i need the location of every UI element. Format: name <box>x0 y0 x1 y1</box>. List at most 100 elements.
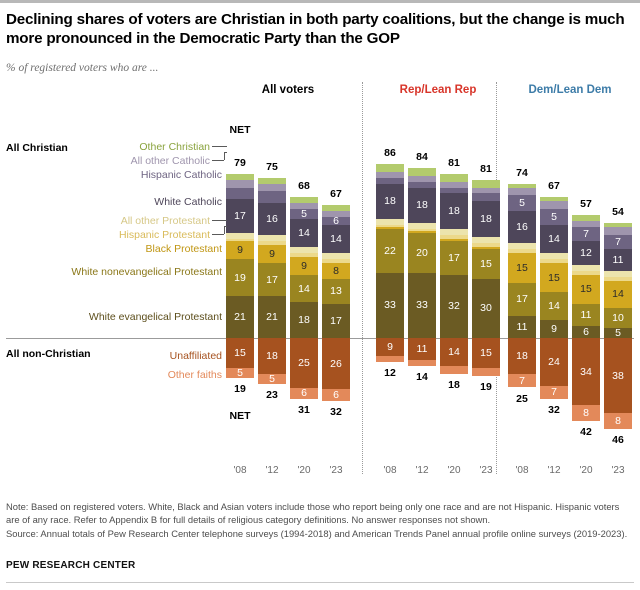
net-christian-label: 74 <box>516 166 528 179</box>
bar-segment <box>572 264 600 271</box>
bar-segment <box>376 225 404 228</box>
bar-segment <box>440 235 468 239</box>
x-axis-tick: '12 <box>415 465 429 476</box>
net-header-bottom: NET <box>229 410 251 422</box>
segment-value: 18 <box>416 199 428 212</box>
category-label-unaffiliated: Unaffiliated <box>169 350 222 362</box>
leader-line <box>224 152 227 153</box>
category-label-all-other-catholic: All other Catholic <box>130 155 210 167</box>
brand-label: PEW RESEARCH CENTER <box>6 560 136 571</box>
net-non-christian-label: 25 <box>516 392 528 405</box>
bar-segment <box>508 242 536 249</box>
bar-segment <box>258 240 286 245</box>
bar-segment <box>376 163 404 172</box>
leader-line <box>212 234 224 235</box>
bar-segment <box>408 231 436 234</box>
segment-value: 14 <box>612 288 624 301</box>
bar-segment <box>572 215 600 222</box>
group-header-all-voters: All voters <box>261 84 315 96</box>
bar-segment <box>440 239 468 241</box>
segment-value: 12 <box>580 246 592 259</box>
x-axis-tick: '08 <box>383 465 397 476</box>
bar-segment <box>440 173 468 182</box>
bottom-rule <box>6 582 634 583</box>
segment-value: 18 <box>480 213 492 226</box>
bar-segment <box>322 258 350 263</box>
group-header-dem-lean-dem: Dem/Lean Dem <box>528 84 612 96</box>
x-axis-tick: '23 <box>479 465 493 476</box>
segment-value: 14 <box>548 300 560 313</box>
bar-segment <box>376 227 404 230</box>
segment-value: 6 <box>333 389 339 402</box>
bar-segment <box>408 223 436 230</box>
x-axis-tick: '23 <box>611 465 625 476</box>
bar-segment <box>472 246 500 249</box>
bar-segment <box>408 167 436 176</box>
bar-segment <box>508 248 536 253</box>
x-axis-tick: '08 <box>515 465 529 476</box>
leader-line <box>212 220 224 221</box>
bar-segment <box>376 177 404 184</box>
segment-value: 5 <box>269 372 275 385</box>
x-axis-tick: '12 <box>547 465 561 476</box>
segment-value: 10 <box>612 312 624 325</box>
net-non-christian-label: 32 <box>548 404 560 417</box>
bar-segment <box>226 239 254 241</box>
net-christian-label: 67 <box>548 180 560 193</box>
bar-segment <box>376 355 404 362</box>
footnote-source: Source: Annual totals of Pew Research Ce… <box>6 527 628 539</box>
bar-segment <box>540 197 568 202</box>
category-label-hispanic-protestant: Hispanic Protestant <box>118 229 210 241</box>
bar-segment <box>290 246 318 253</box>
leader-line <box>212 160 224 161</box>
net-christian-label: 81 <box>480 162 492 175</box>
net-non-christian-label: 32 <box>330 406 342 419</box>
net-header-top: NET <box>229 124 251 136</box>
leader-line <box>224 220 227 221</box>
bar-segment <box>408 359 436 366</box>
segment-value: 18 <box>516 349 528 362</box>
section-label-all-christian: All Christian <box>6 142 68 154</box>
footnote-note: Note: Based on registered voters. White,… <box>6 501 620 526</box>
segment-value: 11 <box>416 342 428 355</box>
bar-segment <box>472 187 500 194</box>
x-axis-tick: '08 <box>233 465 247 476</box>
bar-segment <box>472 193 500 202</box>
bar-segment <box>440 187 468 194</box>
segment-value: 18 <box>266 349 278 362</box>
bar-segment <box>572 221 600 228</box>
segment-value: 19 <box>234 271 246 284</box>
segment-value: 9 <box>551 323 557 336</box>
segment-value: 7 <box>583 228 589 241</box>
leader-line <box>224 226 225 234</box>
segment-value: 34 <box>580 365 592 378</box>
category-label-white-nonevangelical-protestant: White nonevangelical Protestant <box>71 266 222 278</box>
segment-value: 9 <box>387 340 393 353</box>
segment-value: 13 <box>330 285 342 298</box>
segment-value: 6 <box>583 326 589 339</box>
bar-segment <box>508 187 536 196</box>
segment-value: 26 <box>330 357 342 370</box>
bar-segment <box>472 367 500 376</box>
bar-segment <box>322 252 350 259</box>
segment-value: 25 <box>298 356 310 369</box>
segment-value: 15 <box>480 257 492 270</box>
segment-value: 22 <box>384 244 396 257</box>
segment-value: 5 <box>519 197 525 210</box>
segment-value: 24 <box>548 355 560 368</box>
segment-value: 11 <box>612 253 624 266</box>
segment-value: 15 <box>548 271 560 284</box>
bar-segment <box>540 258 568 263</box>
bar-segment <box>472 237 500 243</box>
bar-segment <box>322 205 350 212</box>
chart-subtitle: % of registered voters who are ... <box>6 62 159 74</box>
segment-value: 15 <box>234 346 246 359</box>
bar-segment <box>290 197 318 204</box>
leader-line <box>224 226 227 227</box>
bar-segment <box>408 229 436 232</box>
bar-segment <box>258 191 286 204</box>
bar-segment <box>604 276 632 281</box>
bar-segment <box>226 233 254 239</box>
segment-value: 6 <box>301 387 307 400</box>
leader-line <box>224 146 227 147</box>
